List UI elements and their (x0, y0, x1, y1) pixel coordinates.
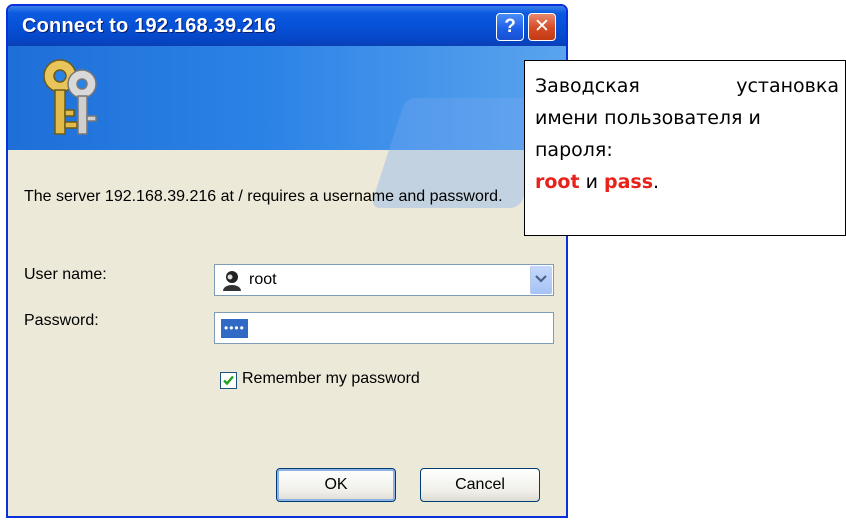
username-label: User name: (24, 266, 107, 283)
password-field[interactable]: •••• (214, 312, 554, 344)
dialog-banner (8, 46, 566, 208)
title-bar[interactable]: Connect to 192.168.39.216 ? ✕ (8, 6, 566, 46)
login-dialog: Connect to 192.168.39.216 ? ✕ The server… (6, 4, 568, 518)
cancel-button[interactable]: Cancel (420, 468, 540, 502)
dropdown-arrow-button[interactable] (530, 266, 552, 294)
callout-word-1: Заводская (535, 75, 640, 97)
callout-conjunction: и (579, 171, 604, 193)
ok-button[interactable]: OK (276, 468, 396, 502)
remember-label: Remember my password (242, 370, 420, 387)
callout-period: . (653, 171, 660, 193)
annotation-callout: Заводская установка имени пользователя и… (524, 60, 846, 236)
username-combobox[interactable]: root (214, 264, 554, 296)
keys-icon (43, 59, 97, 135)
default-username: root (535, 171, 580, 193)
window-title: Connect to 192.168.39.216 (22, 15, 277, 37)
user-icon (223, 271, 241, 291)
server-message: The server 192.168.39.216 at / requires … (24, 188, 503, 205)
dropdown-arrow-icon (535, 275, 547, 283)
remember-checkbox[interactable] (220, 372, 237, 389)
username-value: root (249, 271, 277, 288)
callout-word-2: установка (736, 75, 839, 97)
close-icon: ✕ (534, 16, 550, 37)
callout-line-4: root и pass. (535, 166, 839, 198)
callout-line-3: пароля: (535, 139, 613, 161)
password-label: Password: (24, 312, 99, 329)
help-button[interactable]: ? (496, 13, 524, 41)
callout-line-1: Заводская установка (535, 70, 839, 102)
close-button[interactable]: ✕ (528, 13, 556, 41)
help-icon: ? (504, 16, 516, 37)
password-value: •••• (221, 319, 248, 338)
callout-line-2: имени пользователя и (535, 107, 761, 129)
default-password: pass (604, 171, 654, 193)
checkmark-icon (223, 375, 234, 386)
